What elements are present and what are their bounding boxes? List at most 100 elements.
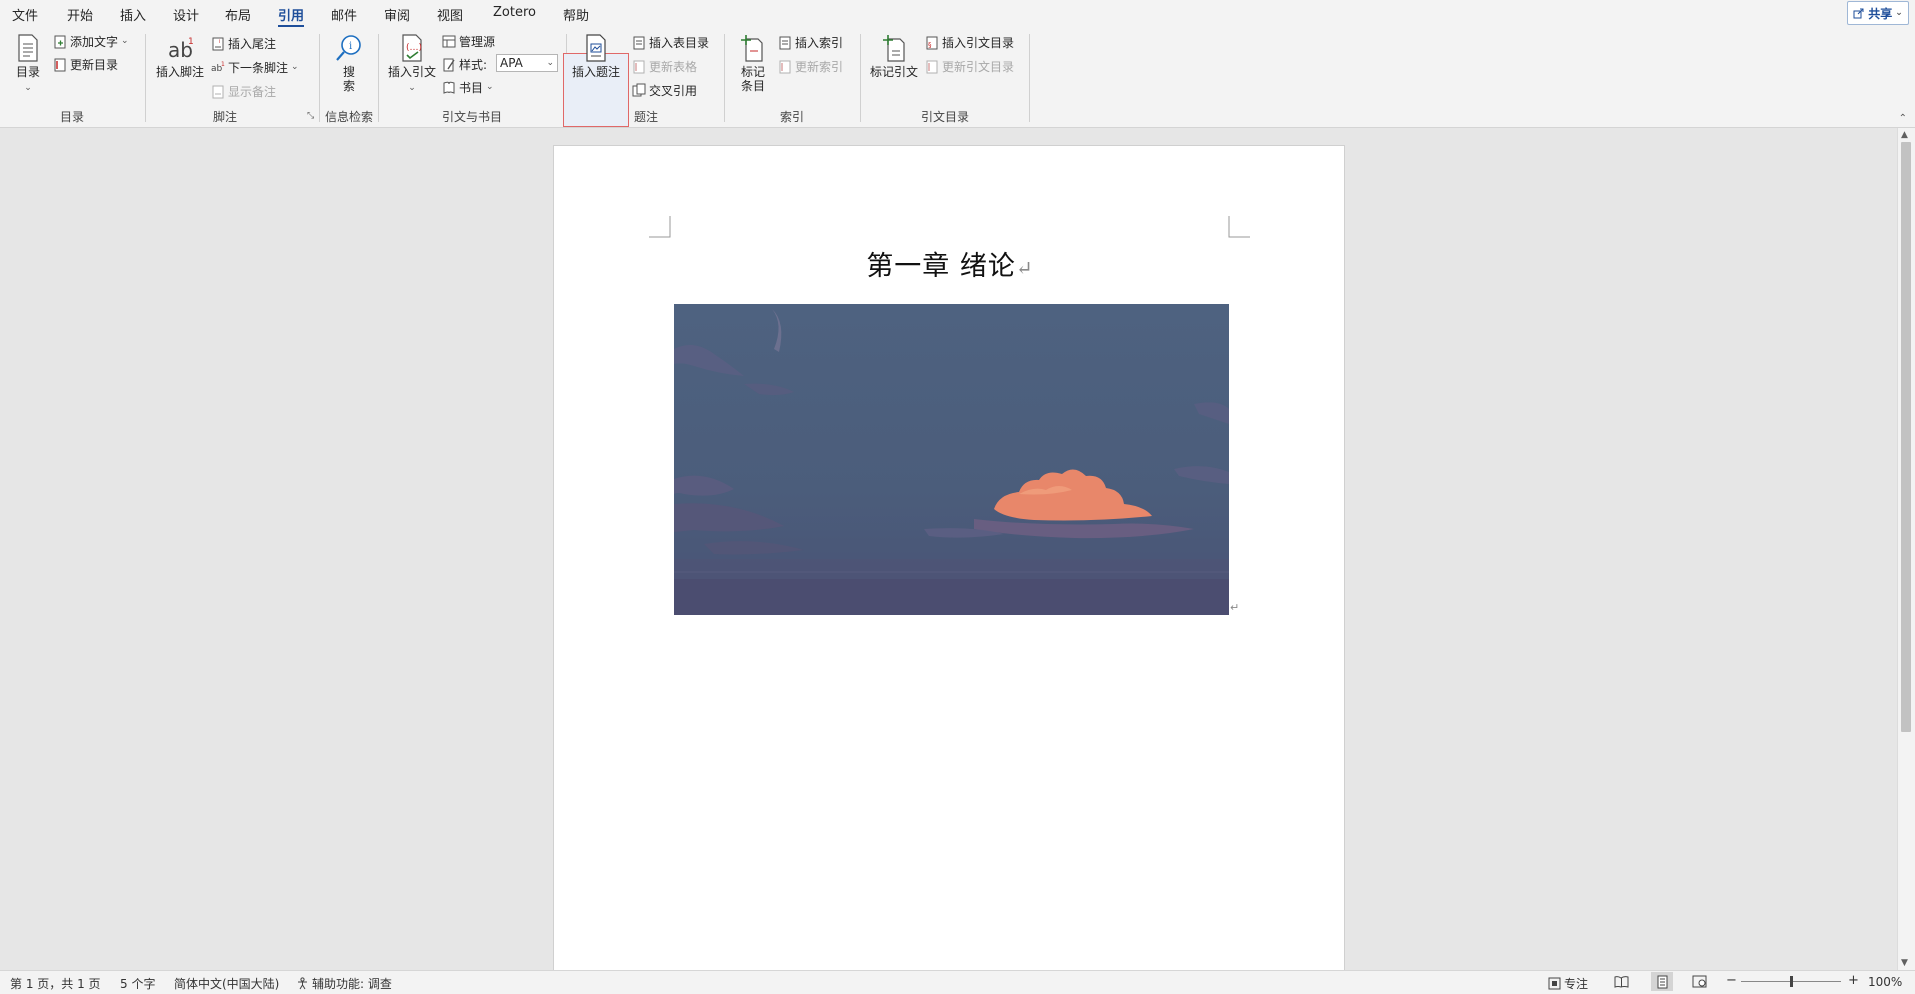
group-label-toa: 引文目录: [920, 110, 969, 124]
insert-endnote-label: 插入尾注: [228, 36, 277, 51]
focus-label: 专注: [1564, 977, 1589, 991]
vertical-scrollbar[interactable]: ▲ ▼: [1897, 128, 1915, 970]
tab-layout[interactable]: 布局: [225, 5, 251, 24]
sky-sunset-picture: [674, 304, 1229, 615]
bibliography-label: 书目: [459, 80, 484, 95]
svg-text:§: §: [928, 41, 932, 49]
toc-button[interactable]: 目录 ⌄: [10, 33, 46, 95]
print-layout-icon[interactable]: [1651, 972, 1673, 991]
tab-insert[interactable]: 插入: [120, 5, 146, 24]
word-count[interactable]: 5 个字: [120, 975, 155, 992]
tab-review[interactable]: 审阅: [384, 5, 410, 24]
zoom-out-button[interactable]: −: [1726, 973, 1737, 988]
insert-caption-button[interactable]: 插入题注: [570, 33, 622, 79]
search-label: 索: [342, 79, 355, 93]
insert-footnote-button[interactable]: ab 1 插入脚注: [154, 33, 206, 79]
dialog-launcher-icon[interactable]: ⤡: [307, 111, 314, 121]
svg-text:1: 1: [188, 37, 194, 47]
add-text-button[interactable]: 添加文字 ⌄: [53, 32, 129, 50]
margin-corner-mark: [1228, 216, 1250, 238]
footnote-icon: ab 1: [168, 37, 194, 62]
focus-mode-button[interactable]: 专注: [1548, 975, 1588, 992]
update-index-icon: [779, 60, 791, 73]
search-icon: i: [336, 35, 361, 61]
mark-citation-icon: [883, 35, 905, 62]
language-indicator[interactable]: 简体中文(中国大陆): [174, 975, 279, 992]
tab-home[interactable]: 开始: [67, 5, 93, 24]
svg-text:(…): (…): [406, 43, 422, 53]
zoom-slider-thumb[interactable]: [1790, 976, 1793, 987]
mark-entry-icon: [741, 35, 763, 62]
update-toa-button[interactable]: 更新引文目录: [925, 57, 1014, 75]
insert-index-label: 插入索引: [795, 35, 844, 50]
tab-design[interactable]: 设计: [173, 5, 199, 24]
insert-table-of-figures-button[interactable]: 插入表目录: [632, 33, 709, 51]
insert-citation-button[interactable]: (…) 插入引文 ⌄: [386, 33, 438, 95]
next-footnote-button[interactable]: ab 1 下一条脚注 ⌄: [211, 58, 299, 76]
insert-toa-label: 插入引文目录: [942, 35, 1015, 50]
add-text-icon: [54, 35, 66, 48]
update-index-button[interactable]: 更新索引: [778, 57, 843, 75]
insert-toa-button[interactable]: § 插入引文目录: [925, 33, 1014, 51]
ribbon-separator: [724, 34, 725, 122]
add-text-label: 添加文字: [70, 34, 119, 49]
zoom-in-button[interactable]: +: [1848, 973, 1859, 988]
group-label-footnotes: 脚注: [212, 110, 237, 124]
inline-image[interactable]: [674, 304, 1229, 615]
chapter-heading-text: 第一章 绪论: [866, 251, 1016, 282]
show-notes-button[interactable]: 显示备注: [211, 82, 276, 100]
citation-style-value: APA: [500, 56, 523, 70]
mark-citation-label: 标记引文: [869, 65, 918, 79]
accessibility-checker[interactable]: 辅助功能: 调查: [296, 975, 392, 992]
collapse-ribbon-icon[interactable]: ⌃: [1899, 113, 1907, 124]
tab-file[interactable]: 文件: [12, 5, 38, 24]
mark-entry-label: 标记: [740, 65, 765, 79]
accessibility-icon: [298, 977, 307, 990]
tab-zotero[interactable]: Zotero: [493, 5, 536, 20]
zoom-level[interactable]: 100%: [1868, 975, 1902, 989]
chevron-down-icon: ⌄: [408, 83, 416, 93]
share-button[interactable]: 共享 ⌄: [1847, 1, 1909, 25]
update-toc-button[interactable]: 更新目录: [53, 55, 118, 73]
manage-sources-button[interactable]: 管理源: [442, 32, 495, 50]
mark-entry-button[interactable]: 标记 条目: [735, 33, 771, 93]
table-of-figures-icon: [633, 36, 645, 49]
tab-help[interactable]: 帮助: [563, 5, 589, 24]
ribbon-separator: [145, 34, 146, 122]
table-of-contents-icon: [18, 34, 38, 62]
mark-citation-button[interactable]: 标记引文: [868, 33, 920, 79]
style-icon: [443, 58, 455, 71]
read-mode-icon[interactable]: [1614, 975, 1629, 991]
manage-sources-icon: [442, 35, 456, 47]
citation-style-select[interactable]: APA ⌄: [496, 54, 558, 72]
endnote-icon: i: [212, 37, 224, 50]
tab-references[interactable]: 引用: [278, 5, 305, 28]
scrollbar-thumb[interactable]: [1901, 142, 1911, 732]
ribbon-separator: [319, 34, 320, 122]
svg-text:i: i: [349, 41, 352, 52]
web-layout-icon[interactable]: [1692, 975, 1707, 991]
cross-reference-button[interactable]: 交叉引用: [632, 81, 697, 99]
update-toc-label: 更新目录: [70, 57, 119, 72]
insert-index-button[interactable]: 插入索引: [778, 33, 843, 51]
chevron-down-icon: ⌄: [291, 62, 299, 72]
scroll-down-arrow-icon[interactable]: ▼: [1901, 958, 1908, 968]
next-footnote-icon: ab1: [211, 61, 225, 74]
insert-endnote-button[interactable]: i 插入尾注: [211, 34, 276, 52]
tab-mailings[interactable]: 邮件: [331, 5, 357, 24]
mark-entry-label: 条目: [740, 79, 765, 93]
bibliography-button[interactable]: 书目 ⌄: [442, 78, 494, 96]
cross-reference-label: 交叉引用: [649, 83, 698, 98]
margin-corner-mark: [649, 216, 671, 238]
svg-text:i: i: [219, 39, 220, 45]
search-button[interactable]: i 搜 索: [332, 33, 366, 93]
page-info[interactable]: 第 1 页，共 1 页: [10, 975, 101, 992]
document-page[interactable]: 第一章 绪论↵ ↵: [553, 145, 1345, 975]
update-table-button[interactable]: 更新表格: [632, 57, 697, 75]
tab-view[interactable]: 视图: [437, 5, 463, 24]
show-notes-label: 显示备注: [228, 84, 277, 99]
scroll-up-arrow-icon[interactable]: ▲: [1901, 130, 1908, 140]
insert-index-icon: [779, 36, 791, 49]
manage-sources-label: 管理源: [459, 34, 496, 49]
chapter-heading[interactable]: 第一章 绪论↵: [554, 244, 1346, 283]
